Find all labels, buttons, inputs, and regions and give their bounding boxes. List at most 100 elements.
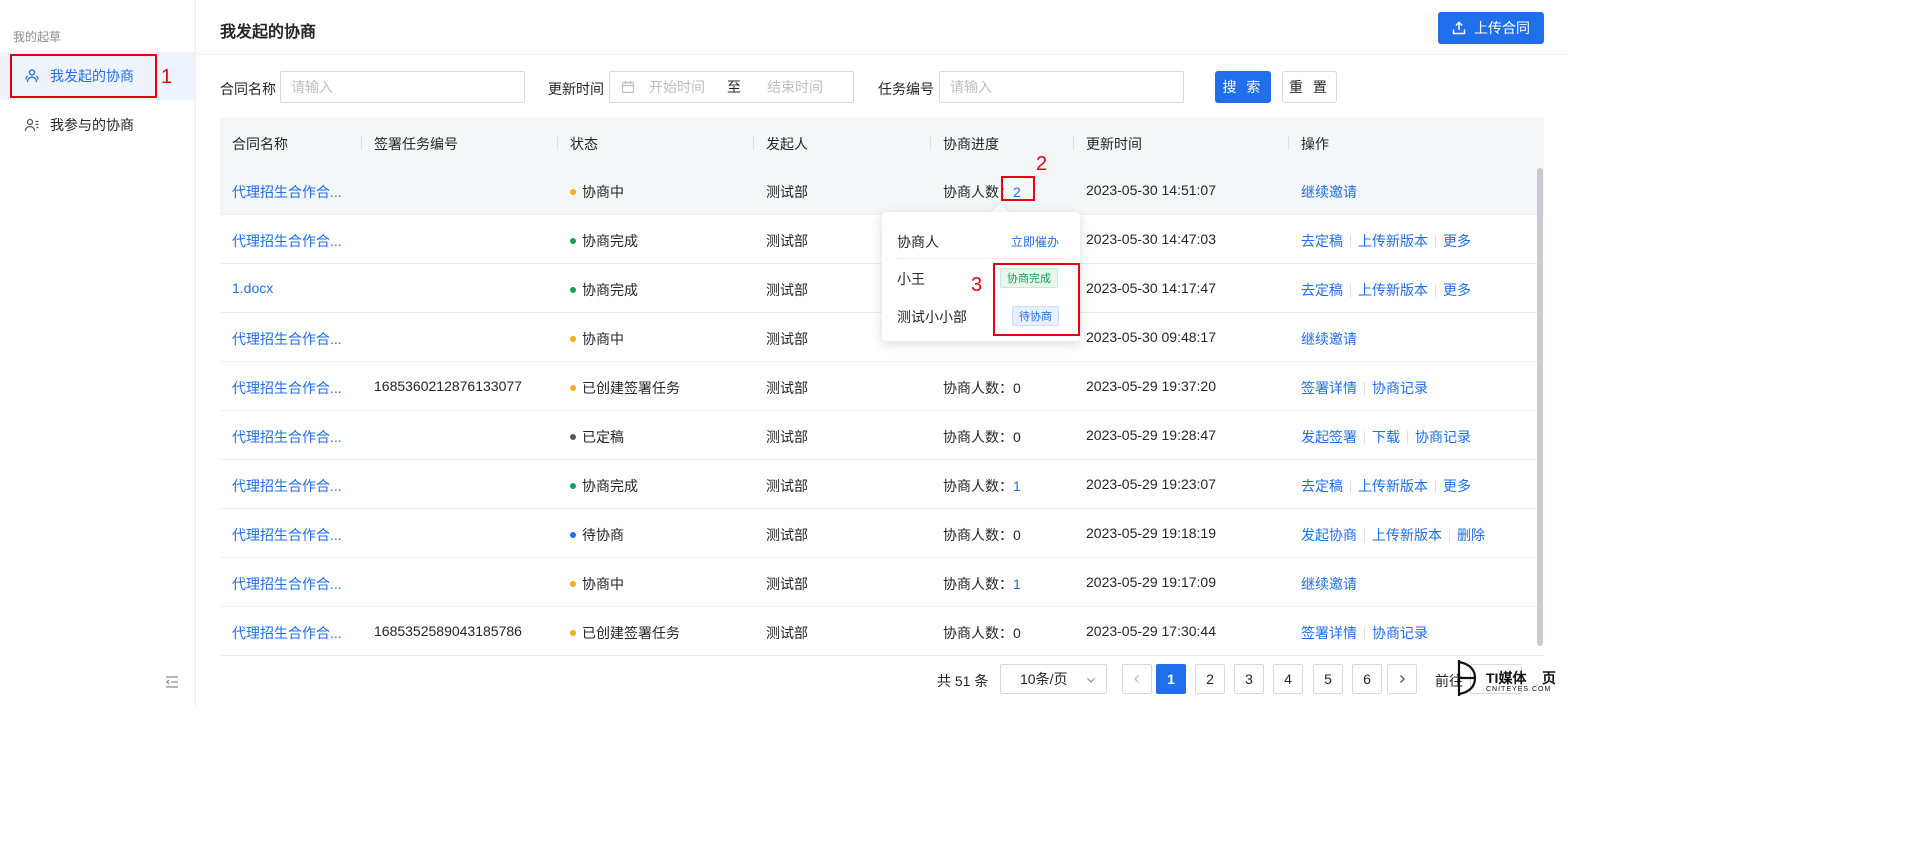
pagination: 共 51 条 10条/页 1 2 3 4 5 6 前往 xyxy=(0,664,1568,694)
contract-name-input[interactable] xyxy=(280,71,525,103)
row-action-link[interactable]: 协商记录 xyxy=(1372,378,1428,398)
status-cell: 协商中 xyxy=(570,329,624,349)
row-action-link[interactable]: 发起协商 xyxy=(1301,525,1357,545)
status-cell: 已创建签署任务 xyxy=(570,623,680,643)
action-divider xyxy=(1435,283,1436,297)
row-actions: 去定稿 上传新版本 更多 xyxy=(1301,231,1471,251)
row-action-link[interactable]: 继续邀请 xyxy=(1301,182,1357,202)
contract-name-link[interactable]: 代理招生合作合... xyxy=(232,574,342,594)
progress-cell: 协商人数：0 xyxy=(943,427,1021,447)
update-time-range-picker[interactable]: 开始时间 至 结束时间 xyxy=(609,71,854,103)
page-button[interactable]: 6 xyxy=(1352,664,1382,694)
negotiation-table: 合同名称 签署任务编号 状态 发起人 协商进度 更新时间 操作 代理招生合作合.… xyxy=(220,118,1544,656)
updated-time: 2023-05-29 19:23:07 xyxy=(1086,476,1216,492)
row-action-link[interactable]: 去定稿 xyxy=(1301,231,1343,251)
row-action-link[interactable]: 上传新版本 xyxy=(1358,476,1428,496)
table-header: 合同名称 签署任务编号 状态 发起人 协商进度 更新时间 操作 xyxy=(220,118,1544,166)
chevron-right-icon xyxy=(1400,675,1405,683)
negotiator-count[interactable]: 1 xyxy=(1013,576,1021,592)
action-divider xyxy=(1364,528,1365,542)
initiator: 测试部 xyxy=(766,184,808,200)
table-scrollbar[interactable] xyxy=(1537,168,1543,646)
row-action-link[interactable]: 去定稿 xyxy=(1301,476,1343,496)
sidebar: 我的起草 我发起的协商 我参与的协商 xyxy=(0,0,196,707)
upload-contract-button[interactable]: 上传合同 xyxy=(1438,12,1544,44)
page-button[interactable]: 5 xyxy=(1313,664,1343,694)
contract-name-link[interactable]: 代理招生合作合... xyxy=(232,525,342,545)
page-button[interactable]: 3 xyxy=(1234,664,1264,694)
column-divider xyxy=(557,136,558,150)
row-action-link[interactable]: 上传新版本 xyxy=(1358,231,1428,251)
table-row: 代理招生合作合... 已定稿 测试部 协商人数：0 2023-05-29 19:28:4… xyxy=(220,411,1544,460)
task-no-input[interactable] xyxy=(939,71,1184,103)
page-button[interactable]: 2 xyxy=(1195,664,1225,694)
row-action-link[interactable]: 继续邀请 xyxy=(1301,329,1357,349)
status-cell: 待协商 xyxy=(570,525,624,545)
row-action-link[interactable]: 下载 xyxy=(1372,427,1400,447)
page-button[interactable]: 4 xyxy=(1273,664,1303,694)
start-time-placeholder[interactable]: 开始时间 xyxy=(649,77,705,97)
row-action-link[interactable]: 去定稿 xyxy=(1301,280,1343,300)
status-text: 协商完成 xyxy=(582,282,638,298)
urge-now-link[interactable]: 立即催办 xyxy=(1011,233,1059,250)
status-cell: 协商中 xyxy=(570,574,624,594)
status-dot xyxy=(570,385,576,392)
row-action-link[interactable]: 更多 xyxy=(1443,280,1471,300)
negotiator-count[interactable]: 1 xyxy=(1013,478,1021,494)
contract-name-link[interactable]: 代理招生合作合... xyxy=(232,623,342,643)
page-title: 我发起的协商 xyxy=(220,24,317,41)
task-number: 1685360212876133077 xyxy=(374,378,522,394)
progress-cell: 协商人数：0 xyxy=(943,623,1021,643)
progress-cell: 协商人数：0 xyxy=(943,378,1021,398)
contract-name-link[interactable]: 1.docx xyxy=(232,280,273,296)
annotation-number: 3 xyxy=(971,274,983,296)
initiator: 测试部 xyxy=(766,429,808,445)
search-button[interactable]: 搜 索 xyxy=(1215,71,1271,103)
contract-name-link[interactable]: 代理招生合作合... xyxy=(232,476,342,496)
row-action-link[interactable]: 签署详情 xyxy=(1301,623,1357,643)
popover-header: 协商人 xyxy=(897,234,939,250)
row-action-link[interactable]: 上传新版本 xyxy=(1358,280,1428,300)
sidebar-item-label: 我参与的协商 xyxy=(50,117,134,133)
status-text: 已创建签署任务 xyxy=(582,380,680,396)
row-action-link[interactable]: 删除 xyxy=(1457,525,1485,545)
initiator: 测试部 xyxy=(766,576,808,592)
contract-name-link[interactable]: 代理招生合作合... xyxy=(232,329,342,349)
total-count: 共 51 条 xyxy=(937,673,989,689)
row-action-link[interactable]: 协商记录 xyxy=(1372,623,1428,643)
page-size-select[interactable]: 10条/页 xyxy=(1000,664,1107,694)
contract-name-link[interactable]: 代理招生合作合... xyxy=(232,231,342,251)
row-action-link[interactable]: 发起签署 xyxy=(1301,427,1357,447)
watermark: TI媒体 页 CNITEYES.COM xyxy=(1456,658,1564,700)
progress-label: 协商人数： xyxy=(943,429,1013,445)
initiator: 测试部 xyxy=(766,625,808,641)
action-divider xyxy=(1350,234,1351,248)
reset-button[interactable]: 重 置 xyxy=(1282,71,1337,103)
row-action-link[interactable]: 上传新版本 xyxy=(1372,525,1442,545)
row-action-link[interactable]: 继续邀请 xyxy=(1301,574,1357,594)
status-text: 已创建签署任务 xyxy=(582,625,680,641)
prev-page-button[interactable] xyxy=(1122,664,1152,694)
watermark-text: TI媒体 xyxy=(1486,670,1527,686)
sidebar-section-title: 我的起草 xyxy=(13,30,62,44)
sidebar-item-participated[interactable]: 我参与的协商 xyxy=(0,101,195,149)
row-actions: 继续邀请 xyxy=(1301,574,1357,594)
status-text: 待协商 xyxy=(582,527,624,543)
action-divider xyxy=(1364,430,1365,444)
row-action-link[interactable]: 更多 xyxy=(1443,476,1471,496)
contract-name-link[interactable]: 代理招生合作合... xyxy=(232,182,342,202)
next-page-button[interactable] xyxy=(1387,664,1417,694)
row-action-link[interactable]: 更多 xyxy=(1443,231,1471,251)
row-action-link[interactable]: 签署详情 xyxy=(1301,378,1357,398)
status-text: 协商中 xyxy=(582,576,624,592)
contract-name-link[interactable]: 代理招生合作合... xyxy=(232,427,342,447)
page-button[interactable]: 1 xyxy=(1156,664,1186,694)
upload-icon xyxy=(1452,21,1466,35)
column-header: 合同名称 xyxy=(232,136,288,152)
contract-name-link[interactable]: 代理招生合作合... xyxy=(232,378,342,398)
row-action-link[interactable]: 协商记录 xyxy=(1415,427,1471,447)
end-time-placeholder[interactable]: 结束时间 xyxy=(767,77,823,97)
row-actions: 去定稿 上传新版本 更多 xyxy=(1301,280,1471,300)
contract-name-label: 合同名称 xyxy=(220,81,276,97)
progress-cell: 协商人数：1 xyxy=(943,476,1021,496)
